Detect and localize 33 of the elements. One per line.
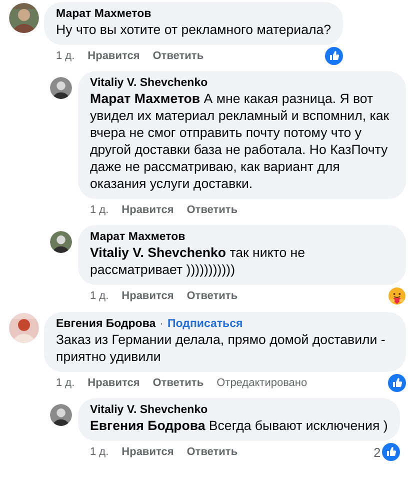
time-link[interactable]: 1 д. [90,290,109,302]
time-link[interactable]: 1 д. [90,446,109,458]
action-link[interactable]: Нравится [122,446,174,458]
action-link[interactable]: Ответить [186,446,238,458]
action-link[interactable]: Ответить [186,204,238,216]
hug-emoji-icon[interactable] [388,287,406,305]
action-link[interactable]: Нравится [88,377,140,389]
time-link[interactable]: 1 д. [56,377,75,389]
comment-text: Ну что вы хотите от рекламного материала? [56,21,332,38]
author-name[interactable]: Vitaliy V. Shevchenko [90,404,208,416]
author-name[interactable]: Vitaliy V. Shevchenko [90,77,208,89]
like-icon[interactable] [382,443,400,461]
like-icon[interactable] [325,47,344,65]
comment-text: Заказ из Германии делала, прямо домой доставили - приятно удивили [56,331,386,365]
action-link[interactable]: Ответить [152,50,204,62]
comment-text: Vitaliy V. Shevchenko так никто не рассматривает ))))))))))) [90,244,306,278]
author-name[interactable]: Евгения Бодрова [56,318,156,330]
author-name[interactable]: Марат Махметов [90,231,186,243]
time-link[interactable]: 1 д. [56,50,75,62]
edited-label: Отредактировано [216,377,308,389]
reaction-count[interactable]: 2 [374,444,381,460]
like-icon[interactable] [388,374,406,392]
author-name[interactable]: Марат Махметов [56,8,152,20]
separator-dot: · [160,318,164,330]
comment-text: Евгения Бодрова Всегда бывают исключения ) [90,417,388,434]
follow-link[interactable]: Подписаться [168,318,243,330]
time-link[interactable]: 1 д. [90,204,109,216]
action-link[interactable]: Нравится [88,50,140,62]
action-link[interactable]: Ответить [152,377,204,389]
comment-text: Марат Махметов А мне какая разница. Я вот увидел их материал рекламный и вспомнил, как вчера не смог отправить почту потому что у другой доставки база не работала. Но КазПочту даже не рассматриваю, как вариант для оказания услуги доставки. [90,90,390,192]
action-link[interactable]: Нравится [122,290,174,302]
action-link[interactable]: Нравится [122,204,174,216]
action-link[interactable]: Ответить [186,290,238,302]
